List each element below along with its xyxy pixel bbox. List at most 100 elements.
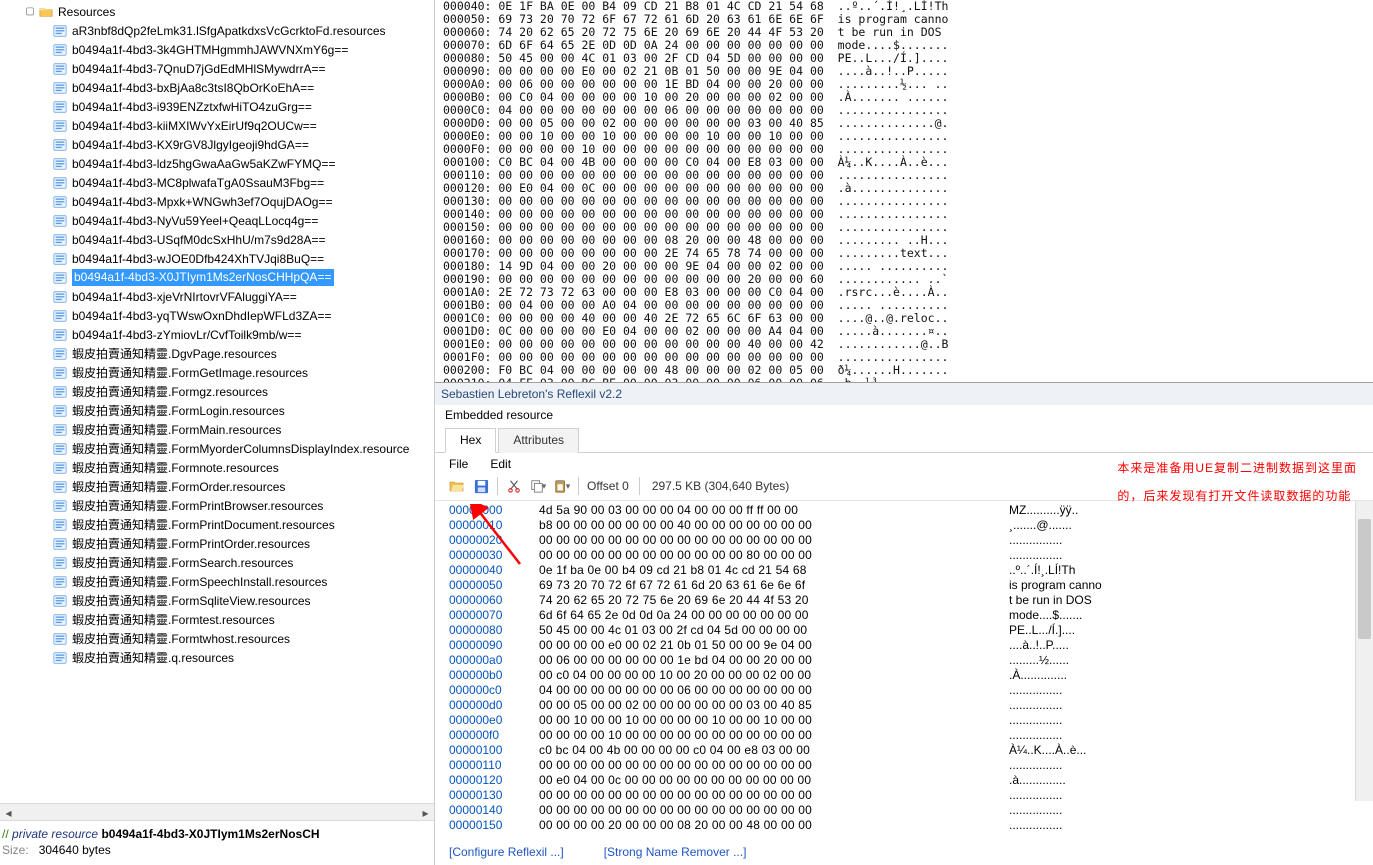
tree-item-label: b0494a1f-4bd3-yqTWswOxnDhdIepWFLd3ZA== xyxy=(72,309,331,323)
tree-item-label: b0494a1f-4bd3-xjeVrNIrtovrVFAluggiYA== xyxy=(72,290,297,304)
open-file-button[interactable] xyxy=(447,476,467,496)
scroll-left-icon[interactable]: ◂ xyxy=(0,804,17,821)
tree-item[interactable]: 蝦皮拍賣通知精靈.DgvPage.resources xyxy=(4,344,434,363)
tree-item[interactable]: b0494a1f-4bd3-7QnuD7jGdEdMHlSMywdrrA== xyxy=(4,59,434,78)
hex-row: 000000a000 06 00 00 00 00 00 00 1e bd 04… xyxy=(449,653,1373,668)
tree-item-label: 蝦皮拍賣通知精靈.FormGetImage.resources xyxy=(72,364,308,381)
tree-item[interactable]: 蝦皮拍賣通知精靈.q.resources xyxy=(4,648,434,667)
tree-item-label: 蝦皮拍賣通知精靈.DgvPage.resources xyxy=(72,345,277,362)
toolbar-sep xyxy=(497,477,498,495)
tree-item[interactable]: aR3nbf8dQp2feLmk31.lSfgApatkdxsVcGcrktoF… xyxy=(4,21,434,40)
tree-item[interactable]: 蝦皮拍賣通知精靈.Formtest.resources xyxy=(4,610,434,629)
tree-item[interactable]: 蝦皮拍賣通知精靈.FormGetImage.resources xyxy=(4,363,434,382)
tree-item[interactable]: 蝦皮拍賣通知精靈.FormPrintBrowser.resources xyxy=(4,496,434,515)
menu-edit[interactable]: Edit xyxy=(490,457,511,471)
cut-button[interactable] xyxy=(504,476,524,496)
tree-item-label: 蝦皮拍賣通知精靈.FormPrintBrowser.resources xyxy=(72,497,323,514)
tree-item-label: b0494a1f-4bd3-USqfM0dcSxHhU/m7s9d28A== xyxy=(72,233,326,247)
resource-icon xyxy=(52,327,68,343)
tree-item[interactable]: b0494a1f-4bd3-yqTWswOxnDhdIepWFLd3ZA== xyxy=(4,306,434,325)
tree-root-resources[interactable]: ▢ Resources xyxy=(4,2,434,21)
tree-item[interactable]: 蝦皮拍賣通知精靈.Formnote.resources xyxy=(4,458,434,477)
hex-row: 000000f000 00 00 00 10 00 00 00 00 00 00… xyxy=(449,728,1373,743)
tree-item[interactable]: b0494a1f-4bd3-wJOE0Dfb424XhTVJqi8BuQ== xyxy=(4,249,434,268)
tree-item[interactable]: 蝦皮拍賣通知精靈.FormOrder.resources xyxy=(4,477,434,496)
tree-item-label: 蝦皮拍賣通知精靈.FormSearch.resources xyxy=(72,554,293,571)
resource-icon xyxy=(52,175,68,191)
tree-item[interactable]: b0494a1f-4bd3-KX9rGV8JlgyIgeoji9hdGA== xyxy=(4,135,434,154)
configure-link[interactable]: [Configure Reflexil ...] xyxy=(449,845,564,859)
reflexil-title: Sebastien Lebreton's Reflexil v2.2 xyxy=(435,383,1373,405)
tree-item-label: 蝦皮拍賣通知精靈.q.resources xyxy=(72,649,234,666)
tree-item-label: b0494a1f-4bd3-wJOE0Dfb424XhTVJqi8BuQ== xyxy=(72,252,324,266)
upper-hex-content: 000040: 0E 1F BA 0E 00 B4 09 CD 21 B8 01… xyxy=(435,0,1373,382)
tree-item-label: b0494a1f-4bd3-zYmiovLr/CvfToilk9mb/w== xyxy=(72,328,301,342)
resource-icon xyxy=(52,593,68,609)
tree-item[interactable]: 蝦皮拍賣通知精靈.FormMyorderColumnsDisplayIndex.… xyxy=(4,439,434,458)
resource-icon xyxy=(52,42,68,58)
tree-item[interactable]: 蝦皮拍賣通知精靈.FormMain.resources xyxy=(4,420,434,439)
offset-label: Offset 0 xyxy=(587,479,629,493)
tree-item[interactable]: 蝦皮拍賣通知精靈.FormPrintDocument.resources xyxy=(4,515,434,534)
tree-item[interactable]: 蝦皮拍賣通知精靈.FormSqliteView.resources xyxy=(4,591,434,610)
tree-item[interactable]: 蝦皮拍賣通知精靈.FormLogin.resources xyxy=(4,401,434,420)
tree-item[interactable]: b0494a1f-4bd3-3k4GHTMHgmmhJAWVNXmY6g== xyxy=(4,40,434,59)
tree-item[interactable]: b0494a1f-4bd3-NyVu59Yeel+QeaqLLocq4g== xyxy=(4,211,434,230)
tree-item[interactable]: b0494a1f-4bd3-kiiMXIWvYxEirUf9q2OUCw== xyxy=(4,116,434,135)
tree-item-label: b0494a1f-4bd3-MC8plwafaTgA0SsauM3Fbg== xyxy=(72,176,324,190)
tree-item-label: b0494a1f-4bd3-3k4GHTMHgmmhJAWVNXmY6g== xyxy=(72,43,348,57)
hex-row: 0000015000 00 00 00 20 00 00 00 08 20 00… xyxy=(449,818,1373,833)
tab-attributes[interactable]: Attributes xyxy=(498,428,579,453)
hex-row: 0000003000 00 00 00 00 00 00 00 00 00 00… xyxy=(449,548,1373,563)
upper-hex-view[interactable]: 000040: 0E 1F BA 0E 00 B4 09 CD 21 B8 01… xyxy=(435,0,1373,382)
tree-item[interactable]: b0494a1f-4bd3-bxBjAa8c3tsI8QbOrKoEhA== xyxy=(4,78,434,97)
resource-tree[interactable]: ▢ Resources aR3nbf8dQp2feLmk31.lSfgApatk… xyxy=(0,0,434,803)
resource-icon xyxy=(52,194,68,210)
tree-item[interactable]: b0494a1f-4bd3-xjeVrNIrtovrVFAluggiYA== xyxy=(4,287,434,306)
resource-icon xyxy=(52,23,68,39)
paste-button[interactable]: ▾ xyxy=(552,476,572,496)
hex-row: 0000005069 73 20 70 72 6f 67 72 61 6d 20… xyxy=(449,578,1373,593)
hex-row: 000000b000 c0 04 00 00 00 00 10 00 20 00… xyxy=(449,668,1373,683)
scroll-right-icon[interactable]: ▸ xyxy=(417,804,434,821)
hex-row: 0000008050 45 00 00 4c 01 03 00 2f cd 04… xyxy=(449,623,1373,638)
resource-icon xyxy=(52,99,68,115)
lower-hex-view[interactable]: 000000004d 5a 90 00 03 00 00 00 04 00 00… xyxy=(435,501,1373,839)
tree-item-label: b0494a1f-4bd3-ldz5hgGwaAaGw5aKZwFYMQ== xyxy=(72,157,335,171)
resource-icon xyxy=(52,479,68,495)
tree-item[interactable]: b0494a1f-4bd3-USqfM0dcSxHhU/m7s9d28A== xyxy=(4,230,434,249)
copy-button[interactable]: ▾ xyxy=(528,476,548,496)
hex-row: 000000c004 00 00 00 00 00 00 00 06 00 00… xyxy=(449,683,1373,698)
resource-icon xyxy=(52,517,68,533)
tree-item-label: 蝦皮拍賣通知精靈.Formgz.resources xyxy=(72,383,268,400)
tree-item[interactable]: b0494a1f-4bd3-X0JTIym1Ms2erNosCHHpQA== xyxy=(4,268,434,287)
tree-item[interactable]: 蝦皮拍賣通知精靈.FormPrintOrder.resources xyxy=(4,534,434,553)
resource-icon xyxy=(52,270,68,286)
tree-item-label: 蝦皮拍賣通知精靈.Formtest.resources xyxy=(72,611,275,628)
tree-item-label: 蝦皮拍賣通知精靈.FormMain.resources xyxy=(72,421,281,438)
resource-icon xyxy=(52,213,68,229)
tree-horizontal-scrollbar[interactable]: ◂ ▸ xyxy=(0,803,434,820)
hex-row: 00000100c0 bc 04 00 4b 00 00 00 00 c0 04… xyxy=(449,743,1373,758)
menu-file[interactable]: File xyxy=(449,457,468,471)
expand-icon[interactable]: ▢ xyxy=(22,6,38,17)
tree-item[interactable]: b0494a1f-4bd3-MC8plwafaTgA0SsauM3Fbg== xyxy=(4,173,434,192)
resource-icon xyxy=(52,308,68,324)
tree-item-label: 蝦皮拍賣通知精靈.FormSqliteView.resources xyxy=(72,592,311,609)
strong-name-link[interactable]: [Strong Name Remover ...] xyxy=(604,845,747,859)
tree-item[interactable]: b0494a1f-4bd3-Mpxk+WNGwh3ef7OqujDAOg== xyxy=(4,192,434,211)
tree-item[interactable]: b0494a1f-4bd3-ldz5hgGwaAaGw5aKZwFYMQ== xyxy=(4,154,434,173)
save-button[interactable] xyxy=(471,476,491,496)
tree-item[interactable]: 蝦皮拍賣通知精靈.Formgz.resources xyxy=(4,382,434,401)
resource-icon xyxy=(52,536,68,552)
tree-item[interactable]: b0494a1f-4bd3-zYmiovLr/CvfToilk9mb/w== xyxy=(4,325,434,344)
toolbar-sep xyxy=(578,477,579,495)
tree-item[interactable]: b0494a1f-4bd3-i939ENZztxfwHiTO4zuGrg== xyxy=(4,97,434,116)
hex-vertical-scrollbar[interactable] xyxy=(1355,501,1373,801)
tree-item[interactable]: 蝦皮拍賣通知精靈.FormSearch.resources xyxy=(4,553,434,572)
annotation-text: 本来是准备用UE复制二进制数据到这里面 的，后来发现有打开文件读取数据的功能 xyxy=(1117,454,1357,510)
tree-item-label: 蝦皮拍賣通知精靈.FormPrintOrder.resources xyxy=(72,535,310,552)
tree-item[interactable]: 蝦皮拍賣通知精靈.Formtwhost.resources xyxy=(4,629,434,648)
tab-hex[interactable]: Hex xyxy=(445,428,496,453)
tree-item[interactable]: 蝦皮拍賣通知精靈.FormSpeechInstall.resources xyxy=(4,572,434,591)
